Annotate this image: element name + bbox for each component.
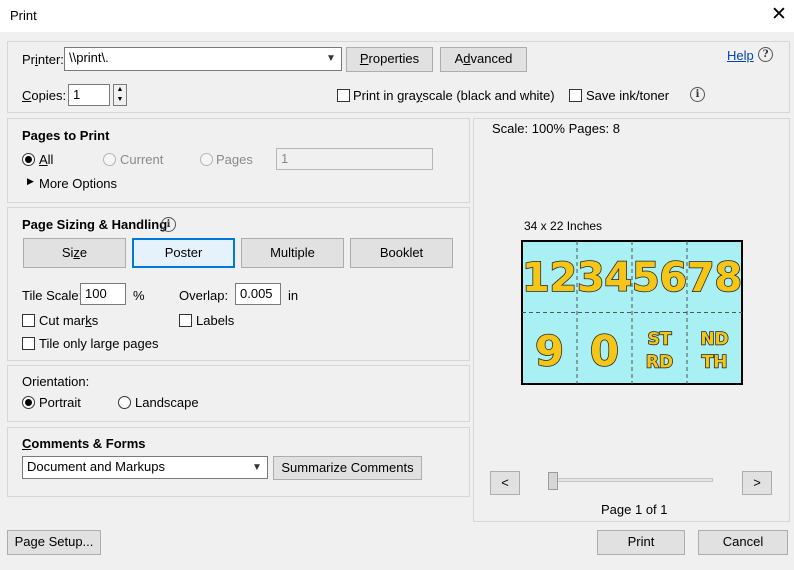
save-ink-label: Save ink/toner [586,88,670,103]
info-icon[interactable]: i [690,87,705,102]
copies-input[interactable]: 1 [68,84,110,106]
preview-digit: 7 [687,255,715,301]
tile-large-label: Tile only large pages [39,336,159,351]
preview-digit: 9 [535,327,564,376]
current-page-radio[interactable] [103,153,116,166]
cut-marks-checkbox[interactable] [22,314,35,327]
copies-label: Copies: [22,88,67,103]
portrait-label: Portrait [39,395,81,410]
prev-page-button[interactable]: < [490,471,520,495]
pages-range-label: Pages [216,152,253,167]
labels-checkbox[interactable] [179,314,192,327]
cut-marks-label: Cut marks [39,313,99,328]
overlap-input[interactable]: 0.005 [235,283,281,305]
multiple-button[interactable]: Multiple [241,238,344,268]
landscape-radio[interactable] [118,396,131,409]
grayscale-label: Print in grayscale (black and white) [353,88,555,103]
booklet-button[interactable]: Booklet [350,238,453,268]
preview-digit: 1 [522,255,550,301]
page-sizing-title: Page Sizing & Handling [22,217,168,232]
labels-label: Labels [196,313,235,328]
print-button[interactable]: Print [597,530,685,555]
poster-preview: 1 2 3 4 5 6 7 8 9 0 ST RD ND TH [521,240,743,385]
copies-stepper[interactable]: ▲ ▼ [113,84,127,106]
orientation-title: Orientation: [22,374,90,389]
preview-digit: 8 [714,255,742,301]
close-icon[interactable]: ✕ [770,4,788,26]
all-pages-label: All [39,152,54,167]
current-page-label: Current [120,152,164,167]
preview-slider-thumb[interactable] [548,472,558,490]
page-setup-button[interactable]: Page Setup... [7,530,101,555]
tile-scale-unit: % [133,288,145,303]
preview-digit: 5 [632,255,660,301]
expand-triangle-icon[interactable]: ▶ [27,176,34,187]
next-page-button[interactable]: > [742,471,772,495]
comments-dropdown[interactable]: Document and Markups ▼ [22,456,268,479]
page-indicator: Page 1 of 1 [601,502,668,517]
preview-digit: 0 [590,327,619,376]
help-link[interactable]: Help [727,48,754,63]
stepper-up-icon[interactable]: ▲ [114,85,126,95]
tile-large-checkbox[interactable] [22,337,35,350]
printer-dropdown[interactable]: \\print\. ▼ [64,47,342,71]
overlap-label: Overlap: [179,288,229,303]
save-ink-checkbox[interactable] [569,89,582,102]
portrait-radio[interactable] [22,396,35,409]
properties-button[interactable]: Properties [346,47,433,72]
preview-digit: 3 [577,255,605,301]
preview-slider-track[interactable] [548,478,713,482]
preview-suffix: ND [700,330,728,350]
preview-dimensions: 34 x 22 Inches [524,219,603,233]
preview-suffix: TH [702,353,728,373]
preview-digit: 6 [659,255,687,301]
chevron-down-icon: ▼ [252,461,262,473]
grayscale-checkbox[interactable] [337,89,350,102]
pages-range-radio[interactable] [200,153,213,166]
stepper-down-icon[interactable]: ▼ [114,95,126,105]
tile-scale-label: Tile Scale: [22,288,83,303]
preview-scale-text: Scale: 100% Pages: 8 [492,121,620,136]
preview-digit: 2 [549,255,577,301]
overlap-unit: in [288,288,299,303]
size-button[interactable]: Size [23,238,126,268]
pages-to-print-title: Pages to Print [22,128,110,143]
sizing-info-icon[interactable]: i [161,217,176,232]
printer-label: Printer: [22,52,64,67]
more-options-toggle[interactable]: More Options [39,176,117,191]
preview-suffix: RD [646,353,673,373]
pages-range-input[interactable]: 1 [276,148,433,170]
advanced-button[interactable]: Advanced [440,47,527,72]
tile-scale-input[interactable]: 100 [80,283,126,305]
poster-button[interactable]: Poster [132,238,235,268]
summarize-comments-button[interactable]: Summarize Comments [273,456,422,480]
title-bar [0,0,794,32]
comments-title: Comments & Forms [22,436,146,451]
cancel-button[interactable]: Cancel [698,530,788,555]
preview-suffix: ST [648,330,672,350]
landscape-label: Landscape [135,395,199,410]
help-question-icon[interactable]: ? [758,47,773,62]
all-pages-radio[interactable] [22,153,35,166]
chevron-down-icon: ▼ [326,53,336,64]
window-title: Print [10,8,37,23]
preview-digit: 4 [604,255,632,301]
